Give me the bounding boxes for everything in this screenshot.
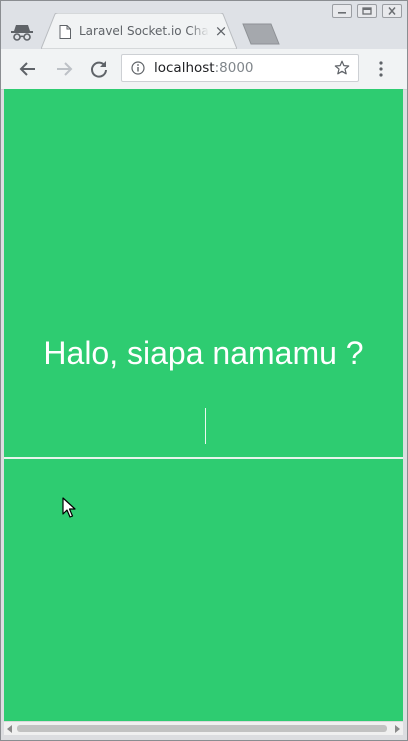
scroll-right-icon[interactable] bbox=[393, 725, 401, 733]
name-input[interactable] bbox=[124, 405, 284, 445]
tab-active[interactable]: Laravel Socket.io Chat × bbox=[41, 13, 237, 49]
document-icon bbox=[59, 25, 71, 39]
browser-toolbar: localhost:8000 bbox=[1, 49, 407, 90]
minimize-icon bbox=[338, 12, 346, 14]
tab-title: Laravel Socket.io Chat bbox=[79, 24, 209, 38]
address-port: :8000 bbox=[214, 60, 254, 76]
star-icon[interactable] bbox=[334, 60, 350, 76]
restore-icon bbox=[362, 7, 372, 15]
address-url: localhost:8000 bbox=[154, 60, 254, 76]
address-bar[interactable]: localhost:8000 bbox=[121, 54, 359, 82]
scrollbar-thumb[interactable] bbox=[17, 725, 387, 732]
page-heading: Halo, siapa namamu ? bbox=[43, 335, 364, 371]
scroll-left-icon[interactable] bbox=[6, 725, 14, 733]
login-panel: Halo, siapa namamu ? bbox=[4, 89, 403, 459]
reload-icon[interactable] bbox=[87, 57, 111, 81]
vertical-dots-icon[interactable] bbox=[373, 59, 389, 79]
mouse-cursor-icon bbox=[62, 497, 76, 518]
forward-arrow-icon[interactable] bbox=[52, 57, 76, 81]
incognito-icon bbox=[11, 25, 33, 41]
close-icon bbox=[388, 7, 396, 15]
text-caret bbox=[205, 408, 206, 444]
back-arrow-icon[interactable] bbox=[16, 57, 40, 81]
maximize-button[interactable] bbox=[357, 4, 377, 18]
page-content: Halo, siapa namamu ? bbox=[4, 89, 403, 721]
new-tab-button[interactable] bbox=[241, 23, 281, 45]
minimize-button[interactable] bbox=[332, 4, 352, 18]
horizontal-scrollbar[interactable] bbox=[4, 721, 403, 735]
close-window-button[interactable] bbox=[382, 4, 402, 18]
tab-close-icon[interactable]: × bbox=[213, 23, 229, 39]
address-host: localhost bbox=[154, 60, 215, 76]
info-icon[interactable] bbox=[131, 61, 145, 75]
tab-strip: Laravel Socket.io Chat × bbox=[1, 1, 407, 49]
